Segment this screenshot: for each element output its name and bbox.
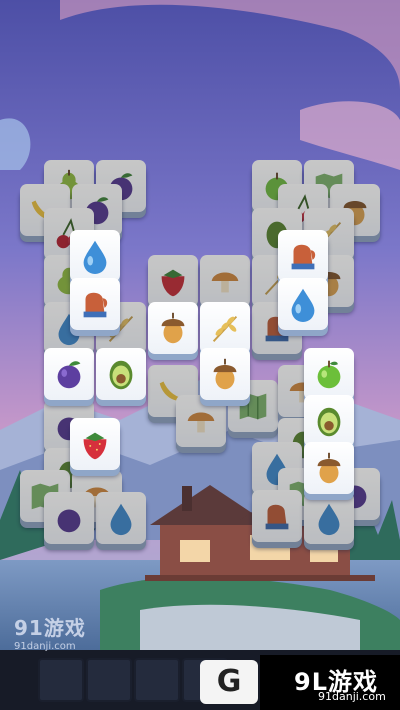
brand-url: 91danji.com <box>318 690 386 703</box>
tile-avocado[interactable] <box>304 395 354 447</box>
wheat-icon <box>212 315 238 342</box>
oven-mitt-icon <box>265 504 289 530</box>
avocado-icon <box>109 360 133 390</box>
tile-apple[interactable] <box>304 348 354 400</box>
watermark-logo: 91游戏 <box>14 616 86 640</box>
tile-wheat[interactable] <box>200 302 250 354</box>
water-drop-icon <box>318 503 340 536</box>
tile-acorn[interactable] <box>304 442 354 494</box>
mushroom-icon <box>211 272 239 293</box>
tile-mushroom[interactable] <box>200 255 250 307</box>
tile-oven-mitt[interactable] <box>278 230 328 282</box>
tile-oven-mitt[interactable] <box>252 490 302 542</box>
brand-mark: G <box>200 660 258 704</box>
tray-slot <box>38 658 84 702</box>
tile-acorn[interactable] <box>200 348 250 400</box>
tile-water-drop[interactable] <box>304 492 354 544</box>
tile-oven-mitt[interactable] <box>70 278 120 330</box>
tile-strawberry[interactable] <box>148 255 198 307</box>
water-drop-icon <box>83 240 107 275</box>
plum-icon <box>57 361 81 389</box>
plum-icon <box>57 509 81 533</box>
oven-mitt-icon <box>291 244 316 270</box>
strawberry-icon <box>161 269 185 297</box>
tile-mushroom[interactable] <box>176 395 226 447</box>
tile-acorn[interactable] <box>148 302 198 354</box>
strawberry-icon <box>83 432 107 460</box>
acorn-icon <box>161 312 185 344</box>
tile-plum[interactable] <box>44 492 94 544</box>
tile-plum[interactable] <box>44 348 94 400</box>
water-drop-icon <box>110 503 132 536</box>
tile-strawberry[interactable] <box>70 418 120 470</box>
tile-water-drop[interactable] <box>70 230 120 282</box>
mushroom-icon <box>187 412 215 433</box>
tile-water-drop[interactable] <box>278 278 328 330</box>
avocado-icon <box>317 407 341 437</box>
tile-water-drop[interactable] <box>96 492 146 544</box>
tile-avocado[interactable] <box>96 348 146 400</box>
water-drop-icon <box>291 288 315 323</box>
acorn-icon <box>213 358 237 390</box>
watermark-url: 91danji.com <box>14 641 76 652</box>
oven-mitt-icon <box>83 292 108 318</box>
watermark-left: 91游戏 91danji.com <box>14 612 86 652</box>
tray-slot <box>134 658 180 702</box>
acorn-icon <box>317 452 341 484</box>
tray-slot <box>86 658 132 702</box>
apple-icon <box>317 360 341 389</box>
